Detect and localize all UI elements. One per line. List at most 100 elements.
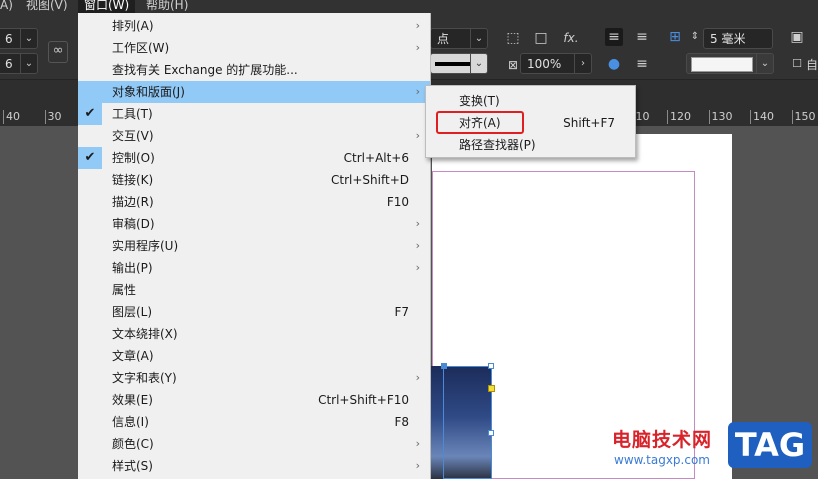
menu-item-label: 交互(V) — [112, 129, 154, 143]
window-menu-item[interactable]: 查找有关 Exchange 的扩展功能... — [78, 59, 430, 81]
submenu-item-shortcut: Shift+F7 — [563, 116, 615, 130]
checkmark-icon: ✔ — [78, 103, 102, 125]
window-menu-item[interactable]: ✔ 工具(T) — [78, 103, 430, 125]
watermark-url: www.tagxp.com — [614, 453, 710, 467]
window-menu-item[interactable]: ✔ 控制(O) Ctrl+Alt+6 — [78, 147, 430, 169]
submenu-arrow-icon: › — [415, 239, 420, 252]
align-bottom-icon[interactable]: ≡ — [633, 55, 651, 73]
window-menu-item[interactable]: 文章(A) — [78, 345, 430, 367]
stroke-line-preview — [435, 62, 471, 66]
stroke-type-field[interactable]: ⌄ — [430, 53, 488, 74]
left-field-bottom[interactable]: 6 ⌄ — [0, 53, 38, 74]
annotation-highlight-box — [436, 111, 524, 134]
submenu-arrow-icon: › — [415, 371, 420, 384]
submenu-item-pathfinder[interactable]: 路径查找器(P) — [426, 134, 635, 156]
submenu-arrow-icon: › — [415, 19, 420, 32]
menu-view[interactable]: 视图(V) — [26, 0, 68, 13]
menu-item-shortcut: Ctrl+Shift+D — [331, 173, 409, 187]
menu-item-label: 工作区(W) — [112, 41, 170, 55]
wrap-icon[interactable]: ▣ — [788, 28, 806, 46]
menu-item-label: 审稿(D) — [112, 217, 155, 231]
menu-item-label: 工具(T) — [112, 107, 153, 121]
selection-frame[interactable] — [443, 366, 492, 479]
submenu-arrow-icon: › — [415, 41, 420, 54]
chevron-down-icon: ⌄ — [20, 54, 37, 73]
menu-item-label: 效果(E) — [112, 393, 153, 407]
submenu-item-transform[interactable]: 变换(T) — [426, 90, 635, 112]
menu-item-label: 图层(L) — [112, 305, 153, 319]
left-field-top-value: 6 — [5, 32, 13, 46]
menu-item-shortcut: Ctrl+Alt+6 — [343, 151, 409, 165]
window-menu-item[interactable]: 排列(A) › — [78, 15, 430, 37]
menu-type-partial[interactable]: A) — [0, 0, 13, 13]
menu-item-label: 文章(A) — [112, 349, 154, 363]
align-top-icon[interactable]: ≡ — [605, 28, 623, 46]
ruler-tick-label: 120 — [667, 110, 691, 124]
menu-item-shortcut: Ctrl+Shift+F10 — [318, 393, 409, 407]
ruler-tick-label: 150 — [791, 110, 816, 124]
window-menu-item[interactable]: 图层(L) F7 — [78, 301, 430, 323]
selection-handle[interactable] — [441, 363, 447, 369]
window-menu-item[interactable]: 信息(I) F8 — [78, 411, 430, 433]
chevron-down-icon: ⌄ — [756, 54, 773, 73]
corner-options-handle[interactable] — [488, 385, 495, 392]
watermark-site-name: 电脑技术网 — [612, 429, 713, 451]
window-menu-item[interactable]: 颜色(C) › — [78, 433, 430, 455]
menu-item-label: 文本绕排(X) — [112, 327, 178, 341]
selection-handle[interactable] — [488, 363, 494, 369]
auto-checkbox[interactable]: ☐ — [788, 55, 806, 73]
menu-item-shortcut: F7 — [394, 305, 409, 319]
submenu-arrow-icon: › — [415, 129, 420, 142]
submenu-arrow-icon: › — [415, 217, 420, 230]
menu-item-label: 信息(I) — [112, 415, 149, 429]
submenu-item-label: 路径查找器(P) — [459, 138, 536, 152]
window-menu-item[interactable]: 交互(V) › — [78, 125, 430, 147]
fx-effects-icon[interactable]: fx. — [562, 29, 580, 47]
chevron-down-icon: ⌄ — [20, 29, 37, 48]
menu-item-label: 描边(R) — [112, 195, 154, 209]
chevron-right-icon: › — [574, 54, 591, 73]
checkmark-icon: ✔ — [78, 147, 102, 169]
menu-item-shortcut: F10 — [386, 195, 409, 209]
constrain-link-icon[interactable]: ∞ — [48, 41, 68, 63]
window-menu-item[interactable]: 对象和版面(J) › — [78, 81, 430, 103]
chevron-down-icon: ⌄ — [470, 54, 487, 73]
ruler-tick-label: 130 — [708, 110, 733, 124]
window-menu-item[interactable]: 属性 — [78, 279, 430, 301]
menu-item-label: 实用程序(U) — [112, 239, 179, 253]
submenu-item-label: 变换(T) — [459, 94, 500, 108]
menu-item-label: 输出(P) — [112, 261, 153, 275]
window-menu-item[interactable]: 描边(R) F10 — [78, 191, 430, 213]
selection-handle[interactable] — [488, 430, 494, 436]
chevron-down-icon: ⌄ — [470, 29, 487, 48]
window-menu-item[interactable]: 效果(E) Ctrl+Shift+F10 — [78, 389, 430, 411]
stepper-icon[interactable]: ⇕ — [686, 28, 704, 46]
menu-item-label: 链接(K) — [112, 173, 154, 187]
ruler-tick-label: 140 — [750, 110, 774, 124]
submenu-arrow-icon: › — [415, 261, 420, 274]
menu-item-label: 排列(A) — [112, 19, 154, 33]
frame-fitting-icon[interactable]: ⬚ — [504, 29, 522, 47]
distribute-icon[interactable]: ● — [605, 55, 623, 73]
window-menu-item[interactable]: 文本绕排(X) — [78, 323, 430, 345]
auto-label: 自 — [806, 58, 818, 72]
window-menu-item[interactable]: 工作区(W) › — [78, 37, 430, 59]
submenu-arrow-icon: › — [415, 85, 420, 98]
stroke-weight-unit: 点 — [437, 32, 450, 46]
menu-window[interactable]: 窗口(W) — [78, 0, 136, 13]
window-menu-item[interactable]: 输出(P) › — [78, 257, 430, 279]
window-menu-item[interactable]: 实用程序(U) › — [78, 235, 430, 257]
window-menu-item[interactable]: 样式(S) › — [78, 455, 430, 477]
square-frame-icon[interactable]: □ — [532, 29, 550, 47]
opacity-field[interactable]: 100% › — [520, 53, 592, 74]
stroke-weight-field[interactable]: 点 ⌄ — [430, 28, 488, 49]
align-center-icon[interactable]: ≡ — [633, 28, 651, 46]
window-menu-item[interactable]: 审稿(D) › — [78, 213, 430, 235]
window-menu-item[interactable]: 链接(K) Ctrl+Shift+D — [78, 169, 430, 191]
left-field-top[interactable]: 6 ⌄ — [0, 28, 38, 49]
spacing-field[interactable]: 5 毫米 — [703, 28, 773, 49]
window-menu-item[interactable]: 文字和表(Y) › — [78, 367, 430, 389]
style-field[interactable]: ⌄ — [686, 53, 774, 74]
menu-item-label: 颜色(C) — [112, 437, 154, 451]
menu-help[interactable]: 帮助(H) — [146, 0, 188, 13]
